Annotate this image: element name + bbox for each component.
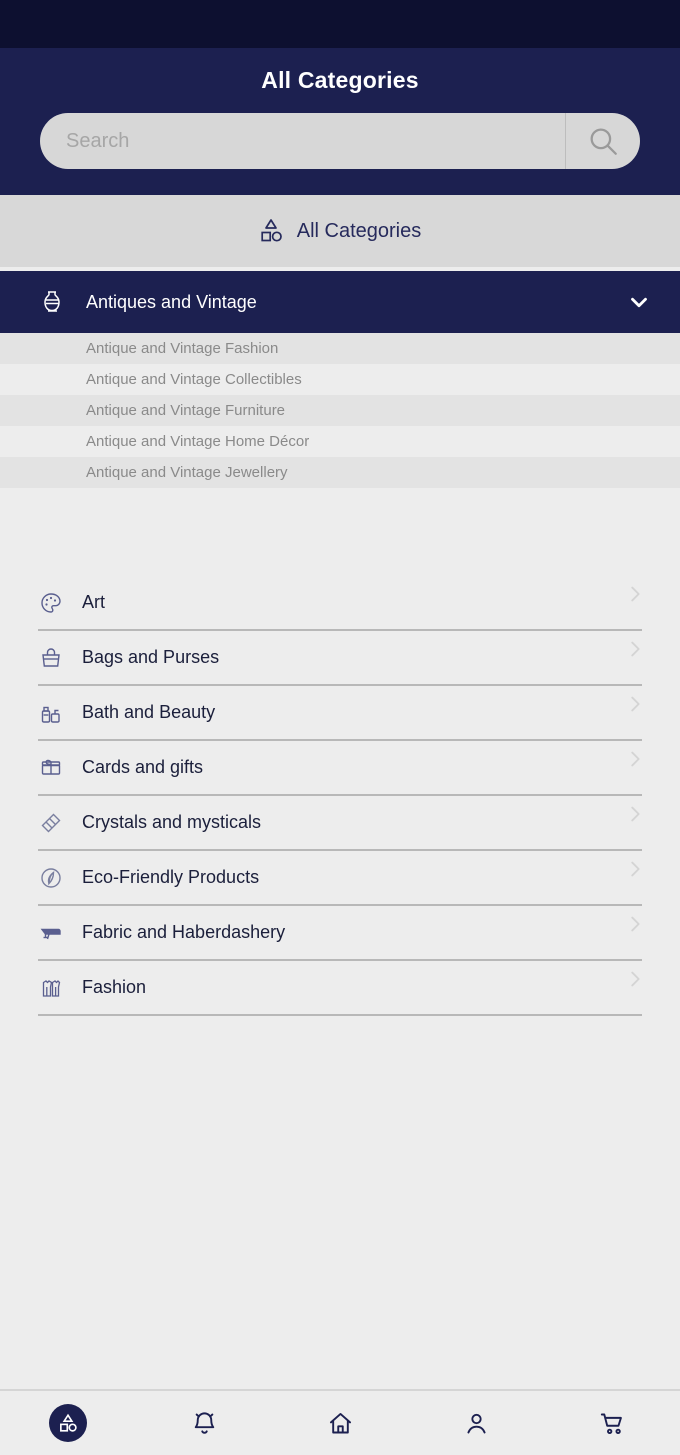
nav-item-cart[interactable] [544, 1391, 680, 1455]
chevron-right-icon[interactable] [624, 858, 646, 880]
nav-item-account[interactable] [408, 1391, 544, 1455]
category-label: Crystals and mysticals [82, 812, 262, 832]
chevron-right-icon[interactable] [624, 638, 646, 660]
vase-icon [40, 289, 66, 315]
category-label: Fabric and Haberdashery [82, 922, 286, 942]
cart-icon [600, 1413, 622, 1434]
sewing-machine-icon [38, 920, 64, 946]
list-item[interactable]: Antique and Vintage Fashion [0, 333, 680, 364]
search-button[interactable] [566, 113, 640, 169]
list-item[interactable]: Antique and Vintage Collectibles [0, 364, 680, 395]
category-label: Eco-Friendly Products [82, 867, 260, 887]
subcategory-list: Antique and Vintage Fashion Antique and … [0, 333, 680, 488]
categories-icon [261, 219, 282, 242]
category-row-antiques-and-vintage[interactable]: Antiques and Vintage [0, 271, 680, 333]
chevron-right-icon[interactable] [624, 803, 646, 825]
page-title: All Categories [261, 67, 419, 93]
handbag-icon [38, 645, 64, 671]
categories-screen: All Categories All Categories [0, 0, 680, 1455]
nav-item-categories[interactable] [0, 1391, 136, 1455]
category-row-fabric-and-haberdashery[interactable]: Fabric and Haberdashery [0, 906, 680, 961]
nav-item-home[interactable] [272, 1391, 408, 1455]
clothing-icon [38, 975, 64, 1001]
category-label: Art [82, 592, 106, 612]
category-label: Cards and gifts [82, 757, 204, 777]
bell-icon [194, 1411, 214, 1434]
category-row-fashion[interactable]: Fashion [0, 961, 680, 1016]
app-header: All Categories [0, 48, 680, 195]
nav-item-notifications[interactable] [136, 1391, 272, 1455]
category-row-bath-and-beauty[interactable]: Bath and Beauty [0, 686, 680, 741]
leaf-icon [38, 865, 64, 891]
palette-icon [38, 590, 64, 616]
category-row-cards-and-gifts[interactable]: Cards and gifts [0, 741, 680, 796]
home-icon [329, 1412, 351, 1433]
chevron-right-icon[interactable] [624, 968, 646, 990]
status-bar [0, 0, 680, 48]
list-item[interactable]: Antique and Vintage Furniture [0, 395, 680, 426]
gift-box-icon [38, 755, 64, 781]
active-indicator [49, 1404, 87, 1442]
search-input[interactable] [40, 113, 565, 169]
category-row-eco-friendly-products[interactable]: Eco-Friendly Products [0, 851, 680, 906]
category-label: Bags and Purses [82, 647, 220, 667]
category-label: Antiques and Vintage [86, 291, 257, 312]
category-row-crystals-and-mysticals[interactable]: Crystals and mysticals [0, 796, 680, 851]
crystal-icon [38, 810, 64, 836]
chevron-right-icon[interactable] [624, 693, 646, 715]
categories-icon [60, 1413, 77, 1432]
category-row-bags-and-purses[interactable]: Bags and Purses [0, 631, 680, 686]
category-label: Fashion [82, 977, 147, 997]
chevron-right-icon[interactable] [624, 748, 646, 770]
category-row-art[interactable]: Art [0, 576, 680, 631]
list-item[interactable]: Antique and Vintage Home Décor [0, 426, 680, 457]
breadcrumb-label: All Categories [296, 219, 422, 242]
chevron-right-icon[interactable] [624, 583, 646, 605]
chevron-right-icon[interactable] [624, 913, 646, 935]
category-label: Bath and Beauty [82, 702, 216, 722]
breadcrumb[interactable]: All Categories [0, 195, 680, 267]
soap-bottle-icon [38, 700, 64, 726]
search-icon [590, 128, 617, 155]
list-item[interactable]: Antique and Vintage Jewellery [0, 457, 680, 488]
search-bar[interactable] [40, 113, 640, 169]
category-list: Art Bags and Purses Bath and Beauty Card… [0, 576, 680, 1389]
bottom-navigation [0, 1389, 680, 1455]
person-icon [466, 1413, 486, 1433]
chevron-down-icon[interactable] [626, 289, 652, 315]
